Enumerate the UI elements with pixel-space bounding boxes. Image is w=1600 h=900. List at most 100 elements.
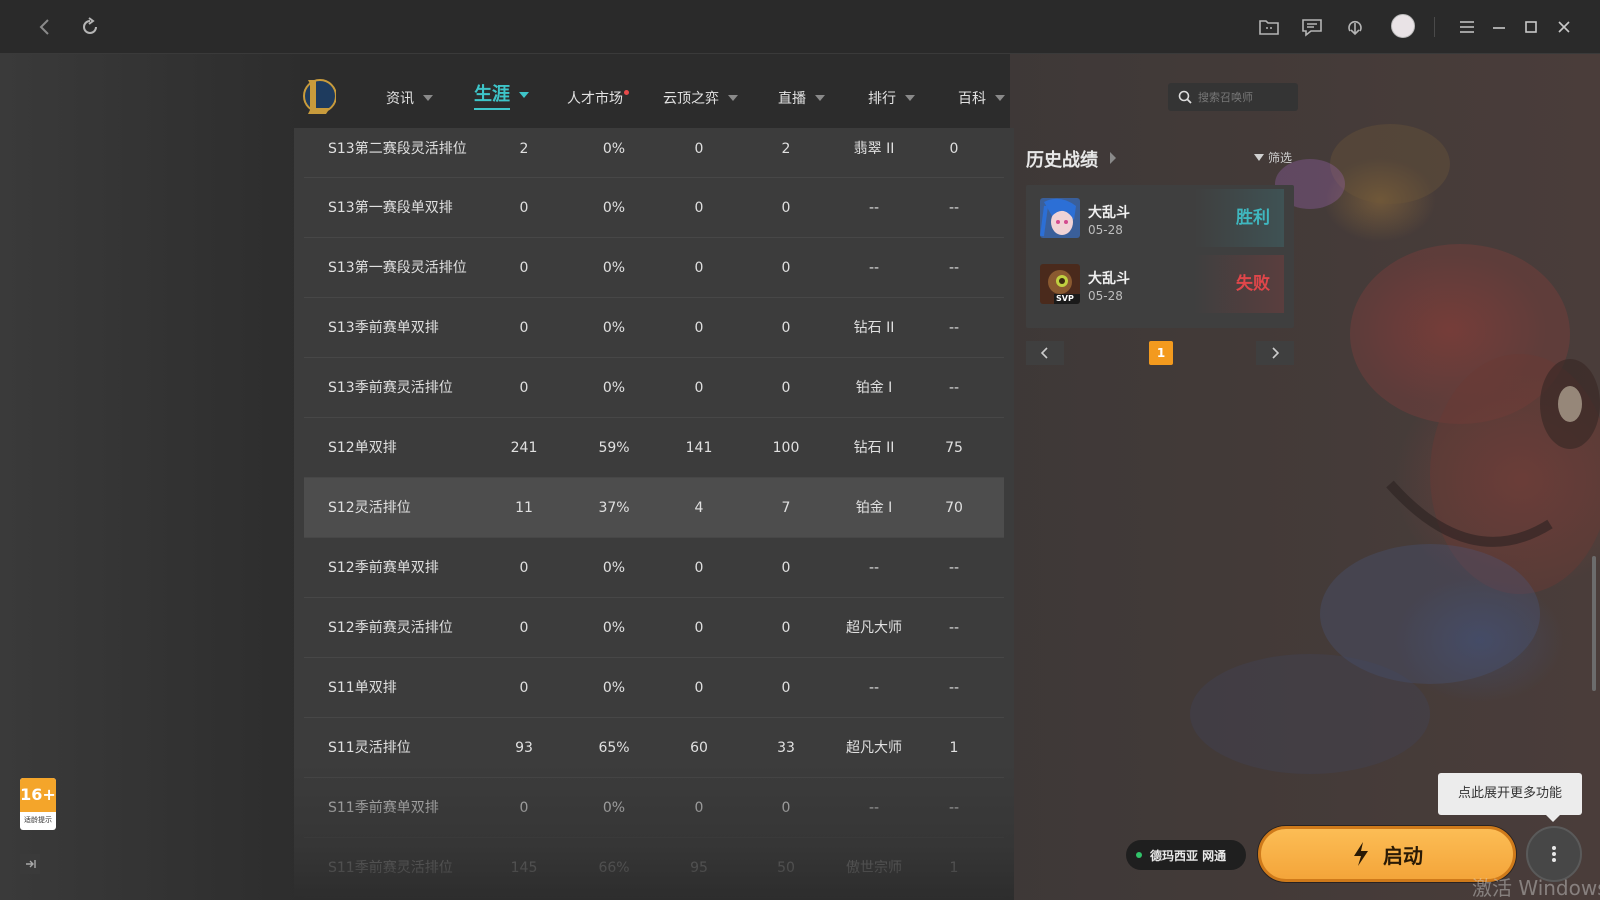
games-count: 0 xyxy=(519,380,529,396)
tier: -- xyxy=(868,800,880,816)
league-points: 75 xyxy=(945,440,963,456)
league-points: -- xyxy=(948,560,960,576)
chevron-down-icon xyxy=(815,95,825,101)
server-status-dot xyxy=(1136,852,1142,858)
chevron-down-icon xyxy=(519,92,529,98)
chevron-down-icon xyxy=(995,95,1005,101)
tier: -- xyxy=(868,680,880,696)
season-name: S13季前赛单双排 xyxy=(328,320,439,336)
losses-count: 0 xyxy=(781,260,791,276)
chevron-right-icon[interactable] xyxy=(1110,152,1116,164)
wins-count: 60 xyxy=(690,740,708,756)
wins-count: 0 xyxy=(694,560,704,576)
table-row[interactable]: S12灵活排位 11 37% 4 7 铂金 I 70 xyxy=(304,478,1004,538)
losses-count: 0 xyxy=(781,380,791,396)
nav-talent-market[interactable]: 人才市场 xyxy=(567,86,629,110)
nav-news[interactable]: 资讯 xyxy=(386,86,433,110)
table-row: S12季前赛灵活排位 0 0% 0 0 超凡大师 -- xyxy=(304,598,1004,658)
win-rate: 0% xyxy=(602,560,626,576)
match-item[interactable]: 大乱斗 05-28 胜利 xyxy=(1036,189,1284,247)
search-icon xyxy=(1178,90,1192,104)
back-button[interactable] xyxy=(30,12,60,42)
league-points: -- xyxy=(948,620,960,636)
title-bar xyxy=(0,0,1600,54)
server-name: 德玛西亚 网通 xyxy=(1150,848,1227,863)
losses-count: 100 xyxy=(772,440,800,456)
win-rate: 37% xyxy=(598,500,630,516)
champion-portrait xyxy=(1040,198,1080,238)
nav-live-label: 直播 xyxy=(778,91,806,107)
history-title[interactable]: 历史战绩 xyxy=(1026,146,1098,172)
filter-button[interactable]: 筛选 xyxy=(1254,149,1292,166)
league-points: 1 xyxy=(949,740,959,756)
season-name: S12单双排 xyxy=(328,440,397,456)
close-button[interactable] xyxy=(1549,12,1579,42)
champion-jinx-icon xyxy=(1040,198,1080,238)
league-points: 1 xyxy=(949,860,959,876)
wins-count: 0 xyxy=(694,620,704,636)
match-result: 胜利 xyxy=(1194,189,1284,247)
menu-button[interactable] xyxy=(1452,12,1482,42)
download-button[interactable] xyxy=(1340,12,1370,42)
server-selector[interactable]: 德玛西亚 网通 xyxy=(1126,840,1246,870)
win-rate: 65% xyxy=(598,740,630,756)
next-page-button[interactable] xyxy=(1256,341,1294,365)
message-button[interactable] xyxy=(1297,12,1327,42)
chevron-down-icon xyxy=(423,95,433,101)
games-count: 93 xyxy=(515,740,533,756)
maximize-button[interactable] xyxy=(1516,12,1546,42)
season-name: S12季前赛灵活排位 xyxy=(328,620,453,636)
nav-wiki[interactable]: 百科 xyxy=(958,86,1005,110)
tier: 超凡大师 xyxy=(846,740,902,756)
activate-windows-watermark: 激活 Windows xyxy=(1472,876,1600,900)
tier: 铂金 I xyxy=(855,500,893,516)
page-number[interactable]: 1 xyxy=(1149,341,1173,365)
minimize-icon xyxy=(1493,27,1505,29)
age-rating-badge: 16+ 适龄提示 xyxy=(20,778,56,830)
win-rate: 66% xyxy=(598,860,630,876)
tier: 傲世宗师 xyxy=(846,860,902,876)
back-arrow-icon xyxy=(39,19,49,35)
nav-wiki-label: 百科 xyxy=(958,91,986,107)
win-rate: 0% xyxy=(602,680,626,696)
tier: 超凡大师 xyxy=(846,620,902,636)
search-input[interactable] xyxy=(1198,90,1293,104)
lol-logo[interactable] xyxy=(300,74,337,116)
games-count: 0 xyxy=(519,260,529,276)
minimize-button[interactable] xyxy=(1484,12,1514,42)
scrollbar-thumb[interactable] xyxy=(1592,556,1596,691)
nav-talent-market-label: 人才市场 xyxy=(567,91,623,107)
table-row: S13第二赛段灵活排位 2 0% 0 2 翡翠 II 0 xyxy=(304,128,1004,178)
wins-count: 0 xyxy=(694,320,704,336)
vertical-dots-icon xyxy=(1552,844,1556,864)
games-count: 241 xyxy=(510,440,538,456)
table-row: S13第一赛段灵活排位 0 0% 0 0 -- -- xyxy=(304,238,1004,298)
nav-news-label: 资讯 xyxy=(386,91,414,107)
chevron-down-icon xyxy=(728,95,738,101)
download-icon xyxy=(1348,20,1362,36)
nav-ranking[interactable]: 排行 xyxy=(868,86,915,110)
hamburger-icon xyxy=(1460,21,1474,33)
losses-count: 0 xyxy=(781,620,791,636)
nav-live[interactable]: 直播 xyxy=(778,86,825,110)
win-rate: 59% xyxy=(598,440,630,456)
refresh-button[interactable] xyxy=(75,12,105,42)
age-rating-caption: 适龄提示 xyxy=(24,816,52,824)
collapse-sidebar-button[interactable] xyxy=(20,854,40,874)
prev-page-button[interactable] xyxy=(1026,341,1064,365)
league-points: -- xyxy=(948,260,960,276)
nav-tft[interactable]: 云顶之弈 xyxy=(663,86,738,110)
wins-count: 0 xyxy=(694,680,704,696)
nav-career[interactable]: 生涯 xyxy=(474,83,529,110)
user-avatar[interactable] xyxy=(1391,14,1415,38)
chevron-down-icon xyxy=(905,95,915,101)
match-item[interactable]: SVP 大乱斗 05-28 失败 xyxy=(1036,255,1284,313)
season-name: S11灵活排位 xyxy=(328,740,411,756)
folder-button[interactable] xyxy=(1254,12,1284,42)
win-rate: 0% xyxy=(602,380,626,396)
table-row: S11季前赛灵活排位 145 66% 95 50 傲世宗师 1 xyxy=(304,838,1004,898)
table-row: S11灵活排位 93 65% 60 33 超凡大师 1 xyxy=(304,718,1004,778)
losses-count: 0 xyxy=(781,800,791,816)
table-row: S11单双排 0 0% 0 0 -- -- xyxy=(304,658,1004,718)
win-rate: 0% xyxy=(602,620,626,636)
